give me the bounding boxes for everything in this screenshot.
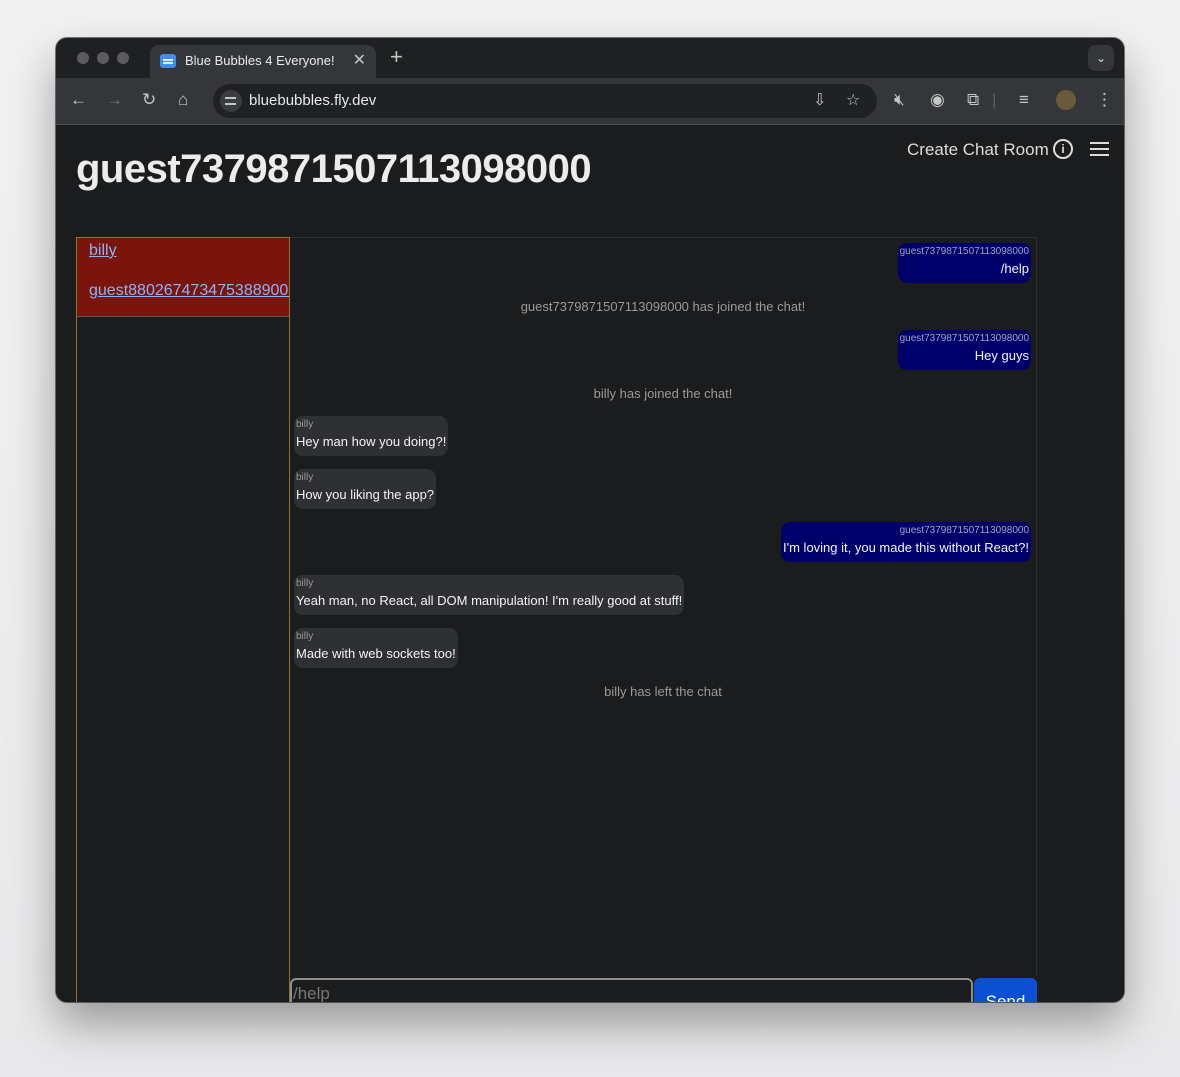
close-window-button[interactable] — [77, 52, 89, 64]
browser-toolbar: ← → ↻ ⌂ bluebubbles.fly.dev ⇩ ☆ 🔇︎ ◉ ⧉ |… — [56, 78, 1124, 125]
my-message-bubble: guest7379871507113098000 Hey guys — [897, 330, 1031, 370]
room-link[interactable]: billy — [89, 242, 289, 262]
hamburger-menu-icon[interactable] — [1090, 142, 1109, 144]
browser-window: Blue Bubbles 4 Everyone! ✕ + ⌄ ← → ↻ ⌂ b… — [56, 38, 1124, 1002]
their-message-bubble: billy How you liking the app? — [294, 469, 437, 509]
their-message-bubble: billy Made with web sockets too! — [294, 628, 458, 668]
my-message-bubble: guest7379871507113098000/help — [897, 243, 1031, 283]
message-sender: guest7379871507113098000 — [899, 333, 1029, 344]
chat-app: guest7379871507113098000 Create Chat Roo… — [56, 125, 1124, 1002]
message-sender: guest7379871507113098000 — [899, 525, 1029, 536]
message-text: Hey man how you doing?! — [296, 434, 447, 449]
create-chat-room-button[interactable]: Create Chat Room — [907, 140, 1049, 160]
message-sender: billy — [296, 419, 314, 430]
tab-title: Blue Bubbles 4 Everyone! — [185, 53, 335, 68]
sidebar: billy guest8802674734753889000 — [76, 237, 290, 1002]
system-notice: guest7379871507113098000 has joined the … — [520, 299, 806, 314]
message-sender: billy — [296, 472, 314, 483]
chat-messages: guest7379871507113098000/help guest737987… — [290, 237, 1037, 976]
message-text: Yeah man, no React, all DOM manipulation… — [296, 593, 683, 608]
message-text: /help — [1000, 261, 1029, 276]
info-icon[interactable]: i — [1053, 139, 1073, 159]
chat-bubble-icon — [160, 54, 176, 68]
tab-search-chevron-icon[interactable]: ⌄ — [1088, 45, 1114, 71]
media-queue-icon[interactable]: ≡ — [1019, 90, 1029, 110]
message-sender: billy — [296, 578, 314, 589]
message-input[interactable] — [292, 980, 971, 1002]
system-notice: billy has joined the chat! — [593, 386, 733, 401]
message-text: I'm loving it, you made this without Rea… — [783, 540, 1029, 555]
their-message-bubble: billy Yeah man, no React, all DOM manipul… — [294, 575, 685, 615]
room-list: billy guest8802674734753889000 — [77, 238, 289, 317]
bookmark-star-icon[interactable]: ☆ — [846, 90, 860, 110]
reload-icon[interactable]: ↻ — [142, 90, 156, 110]
message-composer — [290, 978, 973, 1002]
room-link[interactable]: guest8802674734753889000 — [89, 282, 289, 302]
message-sender: billy — [296, 631, 314, 642]
address-bar[interactable]: bluebubbles.fly.dev ⇩ ☆ — [213, 84, 877, 118]
message-text: Made with web sockets too! — [296, 646, 456, 661]
message-sender: guest7379871507113098000 — [899, 246, 1029, 257]
browser-menu-icon[interactable]: ⋮ — [1096, 90, 1113, 110]
message-text: How you liking the app? — [296, 487, 435, 502]
install-app-icon[interactable]: ⇩ — [813, 90, 826, 110]
toolbar-divider: | — [992, 90, 997, 109]
send-button[interactable]: Send — [974, 978, 1037, 1002]
mute-tab-icon[interactable]: 🔇︎ — [894, 90, 905, 110]
home-icon[interactable]: ⌂ — [178, 90, 188, 110]
site-settings-icon[interactable] — [220, 90, 242, 112]
maximize-window-button[interactable] — [117, 52, 129, 64]
back-arrow-icon[interactable]: ← — [70, 90, 87, 110]
tab-close-icon[interactable]: ✕ — [353, 50, 366, 70]
browser-tab[interactable]: Blue Bubbles 4 Everyone! ✕ — [150, 45, 376, 78]
page-title: guest7379871507113098000 — [76, 147, 592, 191]
extension-glasses-icon[interactable]: ◉ — [930, 90, 945, 110]
new-tab-button[interactable]: + — [390, 44, 403, 70]
system-notice: billy has left the chat — [604, 684, 722, 699]
message-text: Hey guys — [974, 348, 1029, 363]
forward-arrow-icon[interactable]: → — [106, 90, 123, 110]
profile-avatar[interactable] — [1056, 90, 1076, 110]
address-url[interactable]: bluebubbles.fly.dev — [249, 92, 376, 109]
minimize-window-button[interactable] — [97, 52, 109, 64]
their-message-bubble: billy Hey man how you doing?! — [294, 416, 449, 456]
my-message-bubble: guest7379871507113098000 I'm loving it, y… — [781, 522, 1031, 562]
extensions-puzzle-icon[interactable]: ⧉ — [967, 90, 979, 110]
tab-strip: Blue Bubbles 4 Everyone! ✕ + ⌄ — [56, 38, 1124, 78]
